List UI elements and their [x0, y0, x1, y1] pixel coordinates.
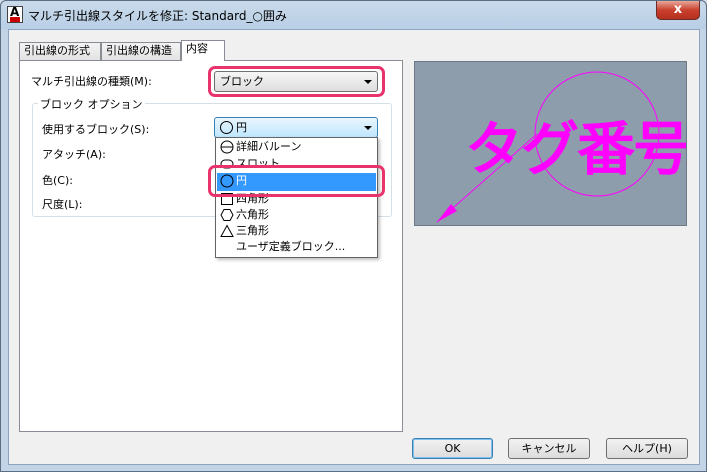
list-item-label: 円 [236, 174, 247, 187]
tab-content[interactable]: 内容 [181, 40, 225, 61]
use-block-dropdown[interactable]: 円 [214, 117, 378, 138]
chevron-down-icon [364, 126, 372, 130]
use-block-value: 円 [236, 121, 247, 134]
preview-panel: タグ番号 [414, 61, 687, 226]
leader-type-dropdown[interactable]: ブロック [214, 71, 378, 92]
autocad-lt-icon: A [7, 5, 23, 23]
detail-balloon-icon [220, 140, 234, 154]
list-item-label: 詳細バルーン [236, 140, 302, 153]
list-item-slot[interactable]: スロット [217, 156, 376, 173]
leader-type-label: マルチ引出線の種類(M): [31, 75, 152, 88]
list-item-label: スロット [236, 157, 280, 170]
triangle-icon [220, 224, 234, 237]
slot-icon [220, 159, 234, 169]
list-item-user-defined-block[interactable]: ユーザ定義ブロック... [217, 239, 376, 256]
list-item-label: ユーザ定義ブロック... [236, 240, 346, 253]
close-button[interactable]: x [656, 1, 700, 20]
color-label: 色(C): [42, 174, 73, 187]
circle-icon [220, 121, 233, 134]
list-item-detail-balloon[interactable]: 詳細バルーン [217, 139, 376, 156]
scale-label: 尺度(L): [42, 198, 83, 211]
list-item-circle[interactable]: 円 [217, 173, 376, 191]
list-item-label: 四角形 [236, 192, 269, 205]
leader-type-value: ブロック [220, 75, 264, 88]
block-dropdown-list: 詳細バルーン スロット 円 四角形 六角形 三角形 ユーザ定義ブロック... [215, 137, 378, 258]
list-item-label: 三角形 [236, 224, 269, 237]
list-item-label: 六角形 [236, 208, 269, 221]
use-block-label: 使用するブロック(S): [42, 123, 150, 136]
chevron-down-icon [364, 80, 372, 84]
tab-leader-format[interactable]: 引出線の形式 [19, 42, 101, 60]
help-button[interactable]: ヘルプ(H) [606, 438, 688, 459]
tab-leader-structure[interactable]: 引出線の構造 [101, 42, 181, 60]
preview-tag-text: タグ番号 [465, 115, 687, 183]
circle-icon [220, 174, 234, 188]
cancel-button[interactable]: キャンセル [508, 438, 590, 459]
list-item-square[interactable]: 四角形 [217, 191, 376, 208]
list-item-triangle[interactable]: 三角形 [217, 223, 376, 240]
ok-button[interactable]: OK [412, 438, 493, 459]
title-bar[interactable]: A マルチ引出線スタイルを修正: Standard_○囲み x [1, 1, 706, 28]
attach-label: アタッチ(A): [42, 148, 106, 161]
window-title: マルチ引出線スタイルを修正: Standard_○囲み [28, 9, 287, 23]
hexagon-icon [220, 209, 234, 221]
square-icon [221, 193, 233, 205]
list-item-hexagon[interactable]: 六角形 [217, 207, 376, 224]
block-options-title: ブロック オプション [38, 96, 145, 112]
